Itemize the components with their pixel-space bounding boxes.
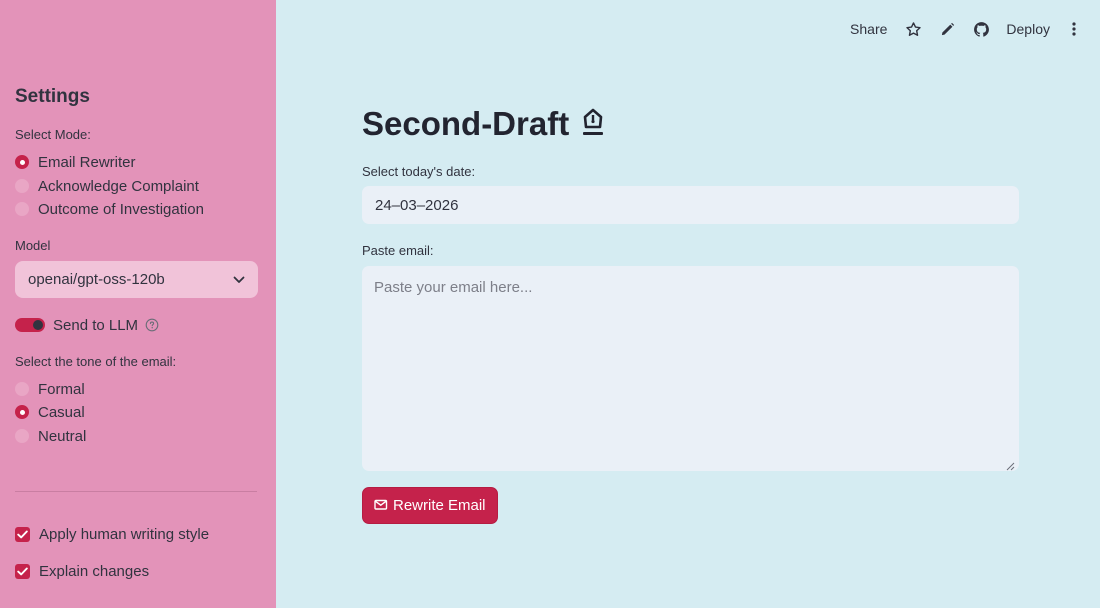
tone-option-casual[interactable]: Casual [15,402,85,422]
help-icon[interactable] [145,318,159,332]
tone-label: Select the tone of the email: [15,354,177,369]
radio-label: Formal [38,380,85,398]
rewrite-email-label: Rewrite Email [393,497,486,514]
email-label: Paste email: [362,243,434,258]
radio-unselected[interactable] [15,202,29,216]
email-placeholder: Paste your email here... [374,279,533,296]
deploy-button[interactable]: Deploy [1006,21,1050,37]
chevron-down-icon [233,276,245,284]
sidebar: Settings Select Mode: Email Rewriter Ack… [0,0,276,608]
radio-label: Casual [38,403,85,421]
github-icon[interactable] [971,19,991,39]
main-content: Share Deploy Second-Draft Select today's… [276,0,1100,608]
page-title: Second-Draft [362,105,570,142]
radio-unselected[interactable] [15,382,29,396]
more-vertical-icon[interactable] [1064,19,1084,39]
rewrite-email-button[interactable]: Rewrite Email [362,487,498,524]
email-textarea[interactable]: Paste your email here... [362,266,1019,471]
edit-pencil-icon[interactable] [937,19,957,39]
send-to-llm-label: Send to LLM [53,316,139,334]
checkbox-checked[interactable] [15,563,30,579]
send-to-llm-toggle[interactable] [15,318,45,332]
checkmark-icon [17,567,28,575]
pen-nib-icon [581,108,607,140]
checkbox-label: Explain changes [39,562,150,580]
mail-icon [374,499,388,513]
star-icon[interactable] [903,19,923,39]
radio-unselected[interactable] [15,179,29,193]
radio-unselected[interactable] [15,429,29,443]
checkbox-checked[interactable] [15,526,30,542]
checkbox-human-writing-style[interactable]: Apply human writing style [15,524,209,544]
checkbox-label: Apply human writing style [39,525,210,543]
checkmark-icon [17,530,28,538]
radio-label: Neutral [38,427,87,445]
top-toolbar: Share Deploy [850,18,1084,40]
send-to-llm-row: Send to LLM [15,315,159,335]
radio-label: Acknowledge Complaint [38,177,199,195]
radio-label: Outcome of Investigation [38,200,204,218]
sidebar-title: Settings [15,86,90,107]
page-title-wrap: Second-Draft [362,105,607,143]
share-button[interactable]: Share [850,21,887,37]
model-select[interactable]: openai/gpt-oss-120b [15,261,258,298]
tone-option-formal[interactable]: Formal [15,379,85,399]
checkbox-explain-changes[interactable]: Explain changes [15,561,149,581]
mode-option-acknowledge-complaint[interactable]: Acknowledge Complaint [15,176,199,196]
tone-option-neutral[interactable]: Neutral [15,426,86,446]
model-label: Model [15,238,51,253]
mode-option-outcome-of-investigation[interactable]: Outcome of Investigation [15,199,204,219]
radio-label: Email Rewriter [38,153,136,171]
mode-label: Select Mode: [15,127,91,142]
date-label: Select today's date: [362,164,476,179]
sidebar-divider [15,491,257,492]
model-select-value: openai/gpt-oss-120b [28,271,165,288]
radio-selected[interactable] [15,405,29,419]
radio-selected[interactable] [15,155,29,169]
mode-option-email-rewriter[interactable]: Email Rewriter [15,152,136,172]
date-input[interactable]: 24–03–2026 [362,186,1019,224]
resize-handle-icon[interactable] [1006,458,1015,471]
